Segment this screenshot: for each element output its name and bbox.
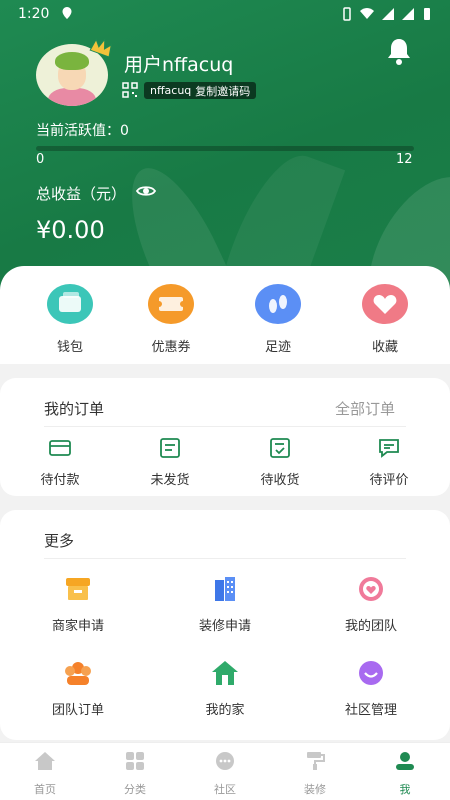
receive-icon xyxy=(270,438,290,458)
tab-community[interactable]: 社区 xyxy=(190,751,260,797)
quick-actions-card: 钱包 优惠券 足迹 收藏 xyxy=(0,266,450,364)
invite-code-chip[interactable]: nffacuq 复制邀请码 xyxy=(144,82,257,99)
invite-code: nffacuq xyxy=(150,84,192,97)
bell-icon[interactable] xyxy=(385,36,413,66)
order-label: 待付款 xyxy=(40,473,80,488)
grid-icon xyxy=(126,752,144,770)
quick-label: 优惠券 xyxy=(151,340,191,355)
avatar[interactable] xyxy=(36,37,112,106)
more-title: 更多 xyxy=(44,532,75,550)
order-to-review[interactable]: 待评价 xyxy=(349,438,429,488)
coupon-icon xyxy=(156,297,186,311)
status-bar: 1:20 xyxy=(0,0,450,30)
team-orders-button[interactable]: 团队订单 xyxy=(28,660,128,718)
quick-label: 收藏 xyxy=(371,340,398,355)
tab-home[interactable]: 首页 xyxy=(10,751,80,797)
eye-icon[interactable] xyxy=(136,184,156,198)
signal-icon xyxy=(382,8,394,20)
quick-label: 足迹 xyxy=(264,340,291,355)
qr-code-icon[interactable] xyxy=(122,82,138,98)
username: 用户nffacuq xyxy=(124,54,234,76)
tab-renovation[interactable]: 装修 xyxy=(280,751,350,797)
tab-label: 分类 xyxy=(124,783,146,796)
team-heart-icon xyxy=(359,577,383,601)
divider xyxy=(44,558,406,559)
bottom-tab-bar: 首页 分类 社区 装修 我 xyxy=(0,742,450,800)
order-label: 待评价 xyxy=(369,473,409,488)
profile-header: 1:20 用户nffacuq nffacuq 复制邀请码 当前活跃值：0 0 1… xyxy=(0,0,450,300)
more-label: 装修申请 xyxy=(198,619,251,634)
earnings-value: ¥0.00 xyxy=(36,216,105,244)
merchant-apply-button[interactable]: 商家申请 xyxy=(28,576,128,634)
renovation-apply-button[interactable]: 装修申请 xyxy=(175,576,275,634)
my-team-button[interactable]: 我的团队 xyxy=(321,576,421,634)
card-icon xyxy=(49,440,71,456)
coupon-button[interactable]: 优惠券 xyxy=(131,284,211,355)
footprint-button[interactable]: 足迹 xyxy=(238,284,318,355)
divider xyxy=(44,426,406,427)
tab-me[interactable]: 我 xyxy=(370,751,440,797)
wallet-icon xyxy=(59,292,81,312)
vibrate-icon xyxy=(343,7,351,21)
community-manage-button[interactable]: 社区管理 xyxy=(321,660,421,718)
order-to-receive[interactable]: 待收货 xyxy=(240,438,320,488)
progress-max: 12 xyxy=(396,152,413,167)
home-icon xyxy=(212,661,238,685)
wifi-icon xyxy=(360,8,374,19)
order-label: 未发货 xyxy=(150,473,190,488)
status-time: 1:20 xyxy=(18,6,50,22)
copy-invite-label: 复制邀请码 xyxy=(195,84,251,98)
activity-label: 当前活跃值：0 xyxy=(36,123,129,139)
home-tab-icon xyxy=(35,752,55,770)
favorites-button[interactable]: 收藏 xyxy=(345,284,425,355)
person-icon xyxy=(396,752,414,770)
battery-icon xyxy=(424,8,430,20)
tab-label: 我 xyxy=(399,783,411,796)
quick-label: 钱包 xyxy=(56,340,83,355)
orders-title: 我的订单 xyxy=(44,400,105,418)
more-label: 我的家 xyxy=(205,703,245,718)
tab-label: 社区 xyxy=(214,783,236,796)
more-label: 团队订单 xyxy=(51,703,104,718)
chat-icon xyxy=(216,752,234,770)
building-icon xyxy=(215,577,235,601)
signal-icon xyxy=(402,8,414,20)
tab-label: 装修 xyxy=(304,783,326,796)
list-icon xyxy=(160,438,180,458)
order-label: 待收货 xyxy=(260,473,300,488)
more-card: 更多 商家申请 装修申请 我的团队 团队订单 我的家 社区管理 xyxy=(0,510,450,740)
more-label: 商家申请 xyxy=(51,619,104,634)
earnings-label: 总收益（元） xyxy=(36,185,127,203)
order-not-shipped[interactable]: 未发货 xyxy=(130,438,210,488)
heart-icon xyxy=(373,295,397,314)
more-label: 我的团队 xyxy=(344,619,397,634)
comment-icon xyxy=(379,439,399,458)
tab-label: 首页 xyxy=(34,783,56,796)
footprint-icon xyxy=(269,295,287,313)
tab-category[interactable]: 分类 xyxy=(100,751,170,797)
more-label: 社区管理 xyxy=(344,703,397,718)
all-orders-link[interactable]: 全部订单 xyxy=(335,398,395,419)
orders-card: 我的订单 全部订单 待付款 未发货 待收货 待评价 xyxy=(0,378,450,496)
shop-icon xyxy=(66,578,90,600)
location-icon xyxy=(62,7,72,19)
team-icon xyxy=(65,662,91,685)
wallet-button[interactable]: 钱包 xyxy=(30,284,110,355)
progress-min: 0 xyxy=(36,152,45,167)
order-pending-payment[interactable]: 待付款 xyxy=(20,438,100,488)
community-icon xyxy=(359,661,383,685)
activity-progress-bar xyxy=(36,146,414,151)
my-home-button[interactable]: 我的家 xyxy=(175,660,275,718)
paint-roller-icon xyxy=(307,752,325,770)
